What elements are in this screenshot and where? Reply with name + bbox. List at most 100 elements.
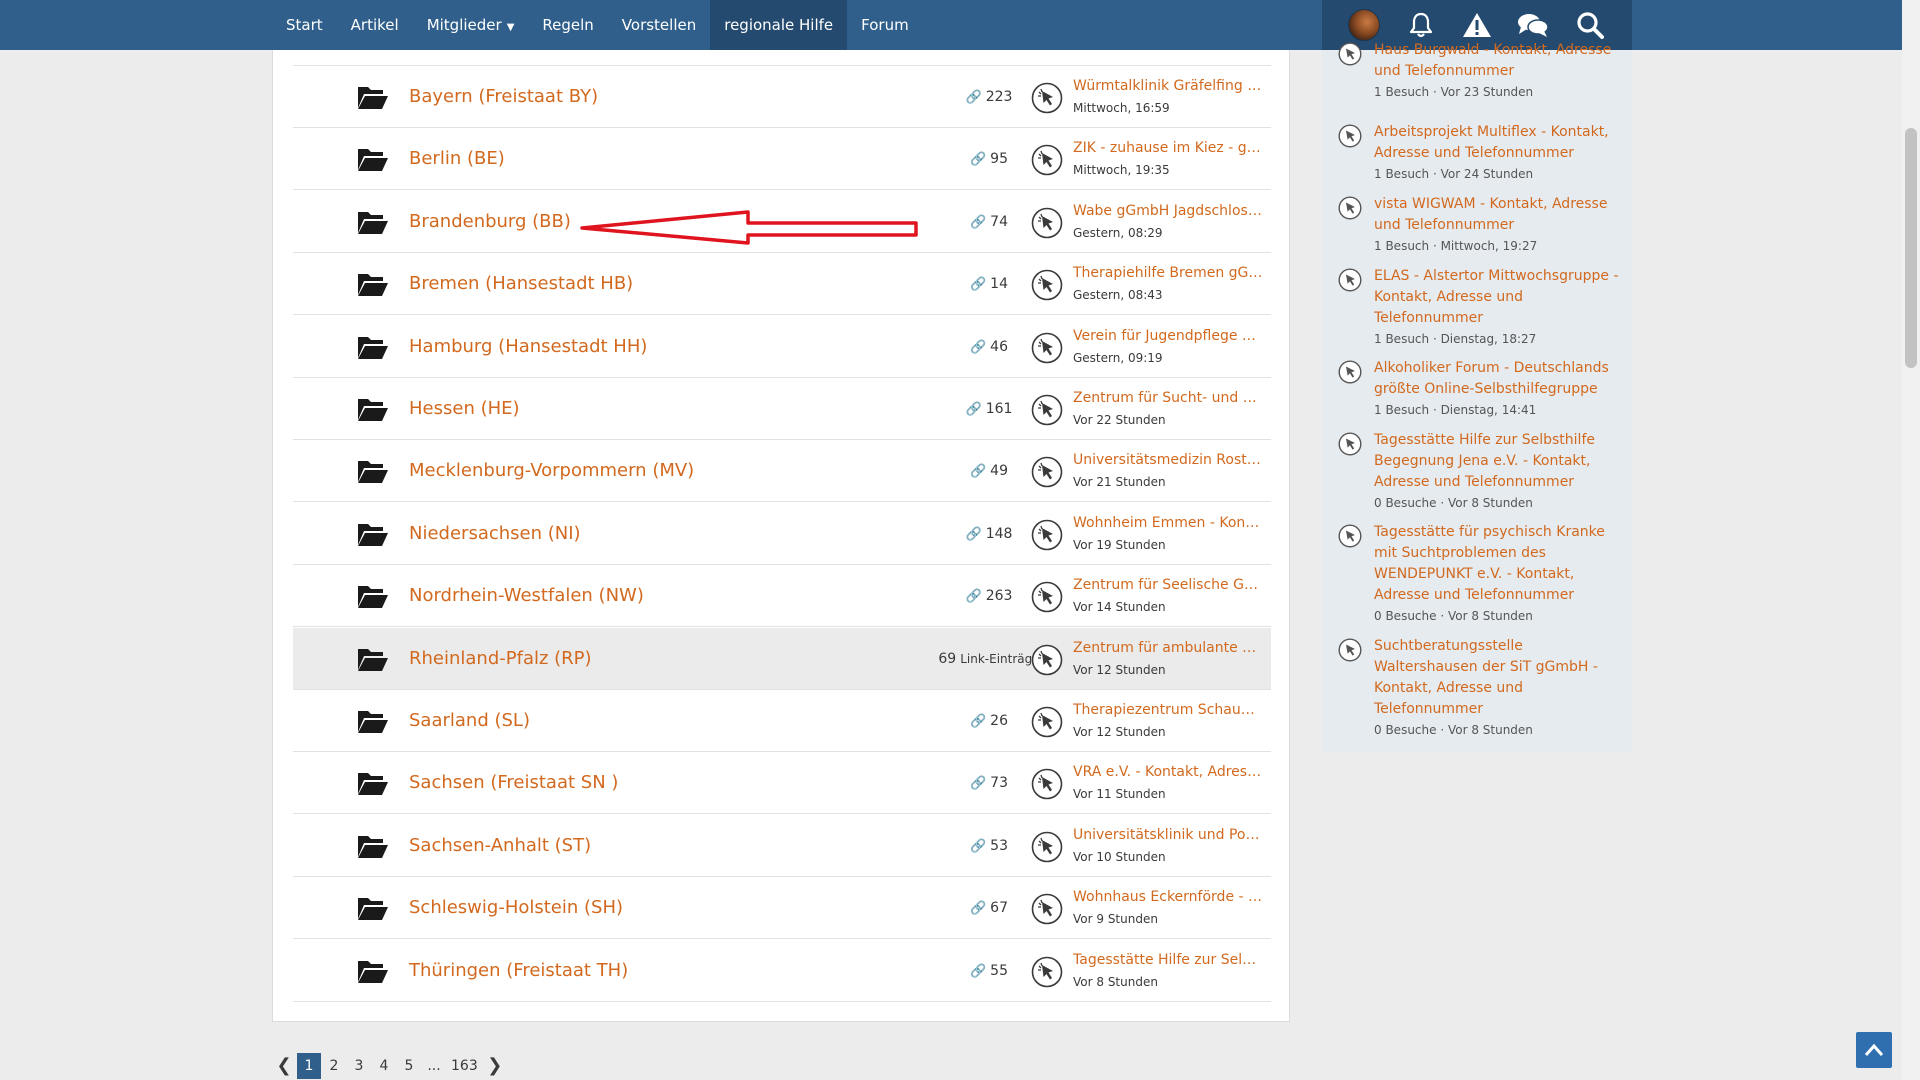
last-entry-time: Vor 19 Stunden (1073, 537, 1166, 552)
category-row[interactable]: Thüringen (Freistaat TH) 🔗 55 Tagesstätte H… (293, 940, 1271, 1002)
last-entry-link[interactable]: VRA e.V. - Kontakt, Adresse... (1073, 764, 1263, 780)
category-title-link[interactable]: Mecklenburg-Vorpommern (MV) (409, 440, 694, 502)
category-row[interactable]: Berlin (BE) 🔗 95 ZIK - zuhause im Kiez - gG… (293, 128, 1271, 191)
category-row[interactable]: Rheinland-Pfalz (RP) 69 Link-Einträge Zentr… (293, 627, 1271, 690)
category-title-link[interactable]: Thüringen (Freistaat TH) (409, 940, 628, 1002)
category-title-link[interactable]: Sachsen-Anhalt (ST) (409, 815, 591, 877)
sidebar-entry-link[interactable]: Suchtberatungsstelle Waltershausen der S… (1374, 636, 1626, 720)
sidebar-entry-link[interactable]: Tagesstätte Hilfe zur Selbsthilfe Begegn… (1374, 430, 1626, 493)
link-count-value: 67 (990, 900, 1008, 917)
folder-open-icon (357, 334, 389, 360)
sidebar-entry: Alkoholiker Forum - Deutschlands größte … (1338, 358, 1626, 420)
last-entry-link[interactable]: Würmtalklinik Gräfelfing - ... (1073, 78, 1263, 94)
cursor-click-icon (1031, 332, 1063, 364)
warning-icon (1462, 13, 1491, 37)
nav-item-regeln[interactable]: Regeln (528, 0, 607, 50)
category-title-link[interactable]: Nordrhein-Westfalen (NW) (409, 565, 644, 627)
sidebar-entry-link[interactable]: Haus Burgwald - Kontakt, Adresse und Tel… (1374, 40, 1626, 82)
user-avatar-button[interactable] (1347, 8, 1381, 42)
nav-item-forum[interactable]: Forum (847, 0, 923, 50)
cursor-click-icon (1031, 269, 1063, 301)
nav-item-vorstellen[interactable]: Vorstellen (608, 0, 710, 50)
cursor-click-icon (1031, 207, 1063, 239)
last-entry-time: Gestern, 08:29 (1073, 225, 1163, 240)
category-row[interactable]: Nordrhein-Westfalen (NW) 🔗 263 Zentrum für … (293, 565, 1271, 628)
back-to-top-button[interactable] (1856, 1032, 1892, 1068)
last-entry-link[interactable]: Zentrum für Seelische Ges... (1073, 577, 1263, 593)
link-icon: 🔗 (965, 402, 982, 417)
cursor-click-icon (1031, 831, 1063, 863)
cursor-click-icon (1031, 394, 1063, 426)
page-ellipsis: ... (427, 1058, 441, 1074)
last-entry-link[interactable]: Wohnhaus Eckernförde - K... (1073, 889, 1263, 905)
sidebar-entry-link[interactable]: Arbeitsprojekt Multiflex - Kontakt, Adre… (1374, 122, 1626, 164)
category-row[interactable]: Saarland (SL) 🔗 26 Therapiezentrum Schaum..… (293, 690, 1271, 752)
cursor-click-icon (1031, 644, 1063, 676)
last-entry-link[interactable]: Verein für Jugendpflege e.... (1073, 328, 1263, 344)
category-title-link[interactable]: Berlin (BE) (409, 128, 505, 190)
sidebar-entry-link[interactable]: vista WIGWAM - Kontakt, Adresse und Tele… (1374, 194, 1626, 236)
category-row[interactable]: Hessen (HE) 🔗 161 Zentrum für Sucht- und So… (293, 378, 1271, 440)
last-entry-link[interactable]: Zentrum für ambulante Su... (1073, 640, 1263, 656)
sidebar-entry-link[interactable]: ELAS - Alstertor Mittwochsgruppe - Konta… (1374, 266, 1626, 329)
sidebar-entry-meta: 0 Besuche · Vor 8 Stunden (1374, 609, 1533, 623)
last-entry-link[interactable]: Therapiezentrum Schaum... (1073, 702, 1263, 718)
category-title-link[interactable]: Schleswig-Holstein (SH) (409, 877, 623, 939)
sidebar-entry: Suchtberatungsstelle Waltershausen der S… (1338, 636, 1626, 740)
category-title-link[interactable]: Hamburg (Hansestadt HH) (409, 316, 647, 378)
page-link[interactable]: 1 (297, 1053, 321, 1079)
category-title-link[interactable]: Niedersachsen (NI) (409, 503, 581, 565)
category-title-link[interactable]: Sachsen (Freistaat SN ) (409, 752, 618, 814)
sidebar-entry-link[interactable]: Alkoholiker Forum - Deutschlands größte … (1374, 358, 1626, 400)
category-title-link[interactable]: Brandenburg (BB) (409, 191, 571, 253)
category-row[interactable]: Bremen (Hansestadt HB) 🔗 14 Therapiehilfe B… (293, 253, 1271, 316)
last-entry-link[interactable]: Zentrum für Sucht- und So... (1073, 390, 1263, 406)
page-link[interactable]: 2 (322, 1053, 346, 1079)
link-icon: 🔗 (965, 589, 982, 605)
sidebar-entry-link[interactable]: Tagesstätte für psychisch Kranke mit Suc… (1374, 522, 1626, 606)
last-entry-link[interactable]: Universitätsklinik und Polik... (1073, 827, 1263, 843)
category-row[interactable]: Mecklenburg-Vorpommern (MV) 🔗 49 Universitä… (293, 440, 1271, 503)
page-link[interactable]: 3 (347, 1053, 371, 1079)
nav-item-mitglieder[interactable]: Mitglieder ▼ (413, 0, 529, 50)
category-title-link[interactable]: Bremen (Hansestadt HB) (409, 253, 633, 315)
next-page-button[interactable]: ❯ (483, 1053, 507, 1079)
category-row[interactable]: Hamburg (Hansestadt HH) 🔗 46 Verein für Jug… (293, 316, 1271, 378)
last-entry-link[interactable]: Tagesstätte Hilfe zur Selbst... (1073, 952, 1263, 968)
moderation-button[interactable] (1460, 8, 1494, 42)
nav-item-regionale-hilfe[interactable]: regionale Hilfe (710, 0, 848, 50)
main-nav: Start Artikel Mitglieder ▼ Regeln Vorstel… (272, 0, 923, 50)
category-title-link[interactable]: Bayern (Freistaat BY) (409, 66, 598, 128)
last-entry-link[interactable]: Wabe gGmbH Jagdschloss ... (1073, 203, 1263, 219)
link-count-suffix: Link-Einträge (960, 651, 1040, 666)
category-title-link[interactable]: Rheinland-Pfalz (RP) (409, 628, 592, 690)
page-link[interactable]: 163 (447, 1053, 482, 1079)
category-row[interactable]: Niedersachsen (NI) 🔗 148 Wohnheim Emmen - K… (293, 503, 1271, 565)
last-entry-link[interactable]: Wohnheim Emmen - Konta... (1073, 515, 1263, 531)
previous-page-button[interactable]: ❮ (272, 1053, 296, 1079)
sidebar-entry: Tagesstätte Hilfe zur Selbsthilfe Begegn… (1338, 430, 1626, 513)
conversations-button[interactable] (1516, 8, 1550, 42)
scrollbar-thumb[interactable] (1905, 128, 1917, 368)
cursor-click-icon (1338, 638, 1362, 662)
page-link[interactable]: 4 (372, 1053, 396, 1079)
category-title-link[interactable]: Hessen (HE) (409, 378, 520, 440)
category-title-link[interactable]: Saarland (SL) (409, 690, 530, 752)
notifications-button[interactable] (1404, 8, 1438, 42)
recent-entries-sidebar: Haus Burgwald - Kontakt, Adresse und Tel… (1322, 42, 1632, 753)
scrollbar[interactable] (1902, 0, 1920, 1080)
nav-item-artikel[interactable]: Artikel (337, 0, 413, 50)
category-row[interactable]: Bayern (Freistaat BY) 🔗 223 Würmtalklinik G… (293, 66, 1271, 128)
sidebar-entry-meta: 0 Besuche · Vor 8 Stunden (1374, 723, 1533, 737)
nav-item-start[interactable]: Start (272, 0, 337, 50)
page-link[interactable]: 5 (397, 1053, 421, 1079)
sidebar-entry: ELAS - Alstertor Mittwochsgruppe - Konta… (1338, 266, 1626, 349)
category-row[interactable]: Sachsen (Freistaat SN ) 🔗 73 VRA e.V. - Kon… (293, 752, 1271, 815)
category-row[interactable]: Schleswig-Holstein (SH) 🔗 67 Wohnhaus Ecker… (293, 877, 1271, 940)
last-entry-link[interactable]: Universitätsmedizin Rostoc... (1073, 452, 1263, 468)
last-entry-link[interactable]: Therapiehilfe Bremen gGm... (1073, 265, 1263, 281)
category-row[interactable]: Sachsen-Anhalt (ST) 🔗 53 Universitätsklinik… (293, 815, 1271, 877)
last-entry-link[interactable]: ZIK - zuhause im Kiez - gG... (1073, 140, 1263, 156)
link-icon: 🔗 (965, 90, 982, 105)
search-button[interactable] (1573, 8, 1607, 42)
